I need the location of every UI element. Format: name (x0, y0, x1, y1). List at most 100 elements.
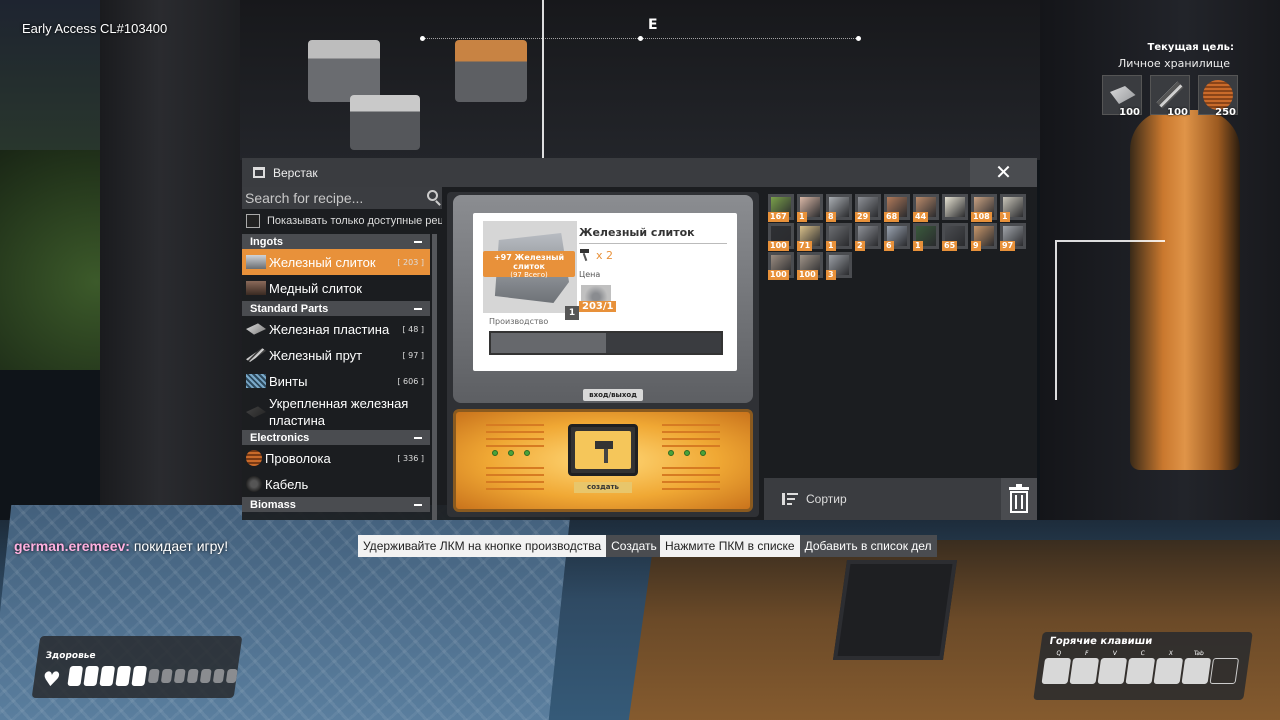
recipe-list: Ingots Железный слиток [ 203 ] Медный сл… (242, 234, 430, 520)
inventory-slot[interactable]: 1 (1000, 194, 1026, 222)
window-title: Верстак (273, 165, 318, 180)
hotkey-slot[interactable]: V (1097, 650, 1129, 690)
collapse-icon[interactable] (414, 436, 422, 439)
recipe-search (242, 187, 442, 209)
workbench-machine: +97 Железный слиток (97 Всего) Железный … (447, 192, 759, 517)
collapse-icon[interactable] (414, 503, 422, 506)
category-label: Ingots (250, 235, 283, 248)
craft-button-face[interactable] (575, 431, 631, 469)
hotkey-key: Tab (1193, 650, 1205, 657)
hotkey-slot[interactable]: C (1125, 650, 1157, 690)
inventory-slot[interactable]: 71 (797, 223, 823, 251)
price-value: 203/1 (579, 301, 617, 312)
hotkey-slot[interactable]: Tab (1181, 650, 1213, 690)
slot-count: 1 (797, 212, 807, 222)
production-progress-fill (491, 333, 606, 353)
inventory-slot[interactable]: 8 (826, 194, 852, 222)
inventory-slot[interactable]: 1 (826, 223, 852, 251)
recipe-count: [ 336 ] (397, 453, 424, 463)
hotkey-slot[interactable]: F (1069, 650, 1101, 690)
inventory-slot[interactable]: 108 (971, 194, 997, 222)
sort-label: Сортир (806, 492, 847, 506)
hotkey-slot[interactable]: X (1153, 650, 1185, 690)
recipe-name: Железная пластина (269, 321, 390, 337)
recipe-search-input[interactable] (242, 187, 422, 209)
window-titlebar: Верстак (242, 158, 1037, 187)
recipe-name: Укрепленная железная пластина (269, 396, 409, 428)
close-button[interactable]: ✕ (970, 158, 1037, 187)
inventory-slot[interactable]: 100 (768, 223, 794, 251)
status-leds (492, 450, 530, 456)
inventory-slot[interactable]: 6 (884, 223, 910, 251)
product-gain-badge: +97 Железный слиток (97 Всего) (483, 251, 575, 279)
category-electronics[interactable]: Electronics (242, 430, 430, 445)
hotkey-item-icon (1097, 658, 1128, 684)
hotkey-slot[interactable] (1209, 650, 1241, 690)
inventory-slot[interactable]: 3 (826, 252, 852, 280)
trash-button[interactable] (1001, 478, 1037, 520)
inventory-slot[interactable]: 1 (913, 223, 939, 251)
build-version-label: Early Access CL#103400 (22, 21, 168, 36)
hotkey-key: C (1140, 650, 1146, 657)
iron-rod-icon (246, 348, 266, 362)
sort-button[interactable]: Сортир (782, 492, 847, 506)
recipe-iron-plate[interactable]: Железная пластина [ 48 ] (242, 316, 430, 342)
recipe-reinforced-plate[interactable]: Укрепленная железная пластина (242, 394, 430, 430)
health-segment (173, 669, 186, 683)
inventory-slot[interactable]: 167 (768, 194, 794, 222)
inventory-slot[interactable]: 2 (855, 223, 881, 251)
recipe-screws[interactable]: Винты [ 606 ] (242, 368, 430, 394)
input-output-button[interactable]: вход/выход (583, 389, 643, 401)
inventory-slot[interactable]: 29 (855, 194, 881, 222)
compass-marker (856, 36, 861, 41)
vent-left-lower (486, 467, 544, 495)
recipe-cable[interactable]: Кабель (242, 471, 430, 497)
category-biomass[interactable]: Biomass (242, 497, 430, 512)
hotkey-item-icon (1209, 658, 1240, 684)
inventory-slot[interactable] (942, 194, 968, 220)
craft-button[interactable] (568, 424, 638, 476)
health-panel: Здоровье ♥ (31, 636, 243, 698)
inventory-slot[interactable]: 100 (768, 252, 794, 280)
health-segment (99, 666, 116, 686)
inventory-slot[interactable]: 97 (1000, 223, 1026, 251)
goal-items: 100 100 250 (1102, 75, 1238, 118)
recipe-iron-rod[interactable]: Железный прут [ 97 ] (242, 342, 430, 368)
status-leds (668, 450, 706, 456)
hotkey-slot[interactable]: Q (1041, 650, 1073, 690)
vent-left (486, 424, 544, 452)
recipe-scrollbar[interactable] (432, 234, 437, 520)
collapse-icon[interactable] (414, 240, 422, 243)
recipe-wire[interactable]: Проволока [ 336 ] (242, 445, 430, 471)
health-segment (67, 666, 84, 686)
slot-count: 8 (826, 212, 836, 222)
inventory-slot[interactable]: 65 (942, 223, 968, 251)
recipe-iron-ingot[interactable]: Железный слиток [ 203 ] (242, 249, 430, 275)
vent-right-lower (662, 467, 720, 495)
inventory-slot[interactable]: 100 (797, 252, 823, 280)
hotkey-key: V (1112, 650, 1118, 657)
hotkey-key: Q (1055, 650, 1062, 657)
inventory-footer: Сортир (764, 478, 1037, 520)
collapse-icon[interactable] (414, 307, 422, 310)
hint-key: Нажмите ПКМ в списке (660, 535, 800, 557)
inventory-slot[interactable]: 68 (884, 194, 910, 222)
copper-ingot-icon (246, 281, 266, 295)
health-label: Здоровье (44, 651, 97, 661)
inventory-slot[interactable]: 1 (797, 194, 823, 222)
scrollbar-thumb[interactable] (432, 234, 437, 520)
category-ingots[interactable]: Ingots (242, 234, 430, 249)
search-icon[interactable] (427, 190, 438, 201)
health-segment (212, 669, 225, 683)
category-standard-parts[interactable]: Standard Parts (242, 301, 430, 316)
health-bar (67, 666, 238, 686)
only-available-toggle[interactable]: Показывать только доступные рецепты (244, 211, 442, 231)
inventory-slot[interactable]: 44 (913, 194, 939, 222)
inventory-slot[interactable]: 9 (971, 223, 997, 251)
craft-panel: создать (453, 409, 753, 512)
slot-count: 65 (942, 241, 958, 251)
hotkey-item-icon (1125, 658, 1156, 684)
only-available-checkbox[interactable] (246, 214, 260, 228)
goal-item-count: 100 (1167, 107, 1188, 118)
recipe-copper-ingot[interactable]: Медный слиток (242, 275, 430, 301)
